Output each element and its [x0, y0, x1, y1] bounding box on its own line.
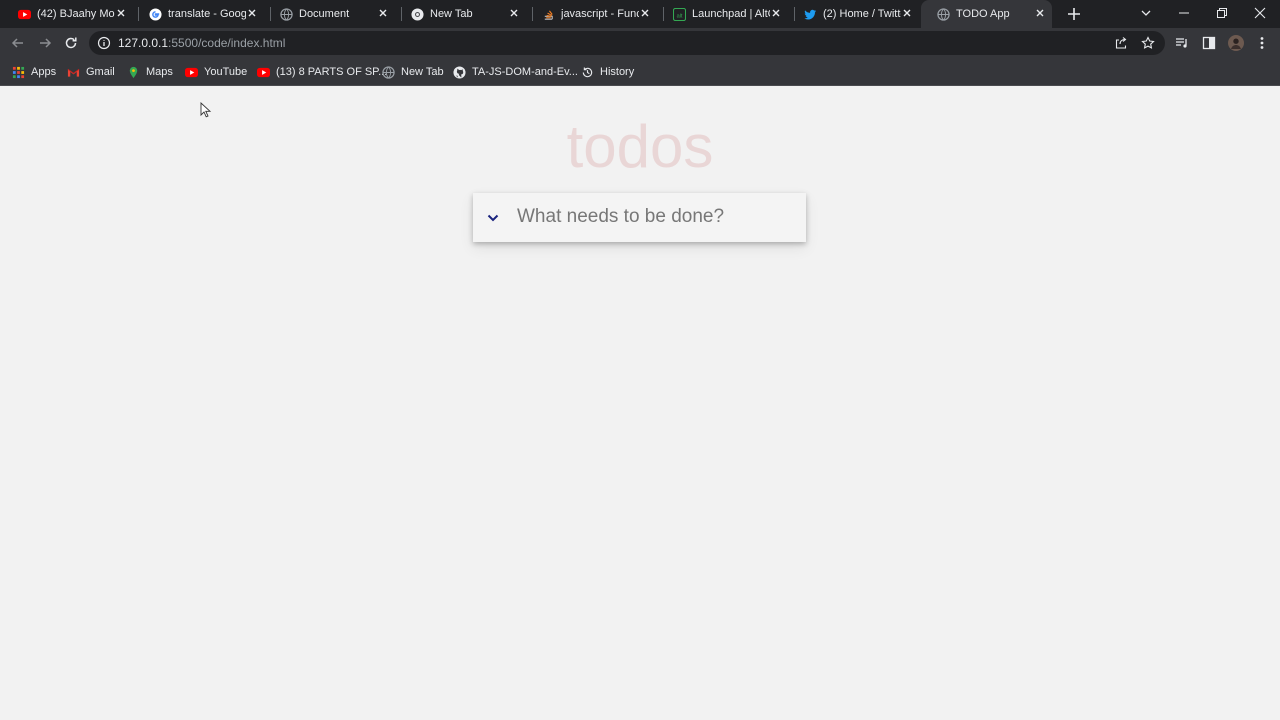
tab-launchpad[interactable]: alt Launchpad | AltC [657, 0, 788, 28]
bookmark-label: TA-JS-DOM-and-Ev... [472, 66, 578, 78]
tab-javascript[interactable]: javascript - Functi [526, 0, 657, 28]
page-title: todos [566, 113, 714, 180]
tab-youtube[interactable]: (42) BJaahy More [2, 0, 133, 28]
bookmark-maps[interactable]: Maps [127, 64, 173, 80]
tab-title: javascript - Functi [561, 8, 639, 20]
url-host: 127.0.0.1 [118, 36, 169, 50]
close-icon[interactable] [246, 7, 258, 19]
twitter-icon [804, 9, 817, 20]
tab-title: (2) Home / Twitte [823, 8, 901, 20]
bookmark-label: (13) 8 PARTS OF SP... [276, 66, 388, 78]
github-icon [453, 65, 466, 79]
forward-icon[interactable] [37, 35, 53, 51]
reload-icon[interactable] [63, 35, 79, 51]
globe-icon [382, 65, 395, 79]
tab-title: Document [299, 8, 350, 20]
restore-icon[interactable] [1215, 6, 1229, 20]
tab-todo-app[interactable]: TODO App [921, 0, 1052, 28]
bookmark-label: Maps [146, 66, 173, 78]
globe-icon [280, 7, 293, 21]
bookmark-youtube[interactable]: YouTube [185, 64, 247, 80]
chrome-icon [411, 7, 424, 21]
address-bar[interactable]: 127.0.0.1:5500/code/index.html [89, 31, 1165, 55]
bookmark-label: Gmail [86, 66, 115, 78]
tab-twitter[interactable]: (2) Home / Twitte [788, 0, 919, 28]
close-icon[interactable] [377, 7, 389, 19]
youtube-icon [18, 9, 31, 19]
tab-title: translate - Google [168, 8, 246, 20]
history-icon [582, 66, 593, 77]
url-path: :5500/code/index.html [168, 36, 286, 50]
tab-title: TODO App [956, 8, 1010, 20]
bookmark-star-icon[interactable] [1141, 36, 1155, 50]
tab-search-chevron-icon[interactable] [1139, 6, 1153, 20]
youtube-icon [257, 67, 270, 77]
close-icon[interactable] [508, 7, 520, 19]
back-icon[interactable] [10, 35, 26, 51]
bookmark-label: New Tab [401, 66, 444, 78]
side-panel-icon[interactable] [1201, 35, 1217, 51]
gmail-icon [67, 68, 80, 77]
new-tab-icon[interactable] [1066, 6, 1082, 22]
close-icon[interactable] [770, 7, 782, 19]
bookmark-label: YouTube [204, 66, 248, 78]
bookmark-history[interactable]: History [581, 64, 634, 80]
altschool-icon: alt [673, 7, 686, 21]
tab-translate[interactable]: translate - Google [133, 0, 264, 28]
stackoverflow-icon [544, 9, 553, 20]
apps-grid-icon [12, 66, 25, 78]
bookmark-github[interactable]: TA-JS-DOM-and-Ev... [453, 64, 578, 80]
bookmarks-bar: Apps Gmail Maps YouTube (13) 8 PARTS OF … [0, 58, 1280, 86]
bookmark-label: History [600, 66, 635, 78]
new-todo-form [473, 193, 806, 242]
bookmark-apps[interactable]: Apps [12, 64, 56, 80]
share-icon[interactable] [1114, 36, 1128, 50]
chevron-down-icon[interactable] [486, 211, 500, 225]
youtube-icon [185, 67, 198, 77]
info-icon[interactable] [97, 36, 111, 50]
tab-document[interactable]: Document [264, 0, 395, 28]
bookmark-8-parts[interactable]: (13) 8 PARTS OF SP... [257, 64, 387, 80]
minimize-icon[interactable] [1177, 6, 1191, 20]
tab-strip: (42) BJaahy More translate - Google Docu… [0, 0, 1280, 28]
close-icon[interactable] [901, 7, 913, 19]
bookmark-gmail[interactable]: Gmail [67, 64, 115, 80]
bookmark-label: Apps [31, 66, 57, 78]
new-todo-input[interactable] [513, 201, 801, 233]
tab-title: Launchpad | AltC [692, 8, 770, 20]
close-icon[interactable] [115, 7, 127, 19]
close-icon[interactable] [1034, 7, 1046, 19]
mouse-pointer-icon [200, 102, 212, 118]
avatar[interactable] [1228, 35, 1244, 51]
url-text: 127.0.0.1:5500/code/index.html [118, 36, 285, 50]
google-icon [149, 7, 162, 21]
more-menu-icon[interactable] [1254, 35, 1270, 51]
tab-new-tab[interactable]: New Tab [395, 0, 526, 28]
svg-text:alt: alt [677, 13, 683, 19]
tab-title: (42) BJaahy More [37, 8, 115, 20]
bookmark-new-tab[interactable]: New Tab [382, 64, 444, 80]
globe-icon [937, 7, 950, 21]
tab-title: New Tab [430, 8, 473, 20]
browser-toolbar: 127.0.0.1:5500/code/index.html [0, 28, 1280, 58]
media-control-icon[interactable] [1174, 35, 1190, 51]
close-icon[interactable] [639, 7, 651, 19]
maps-icon [129, 66, 138, 78]
window-close-icon[interactable] [1253, 6, 1267, 20]
